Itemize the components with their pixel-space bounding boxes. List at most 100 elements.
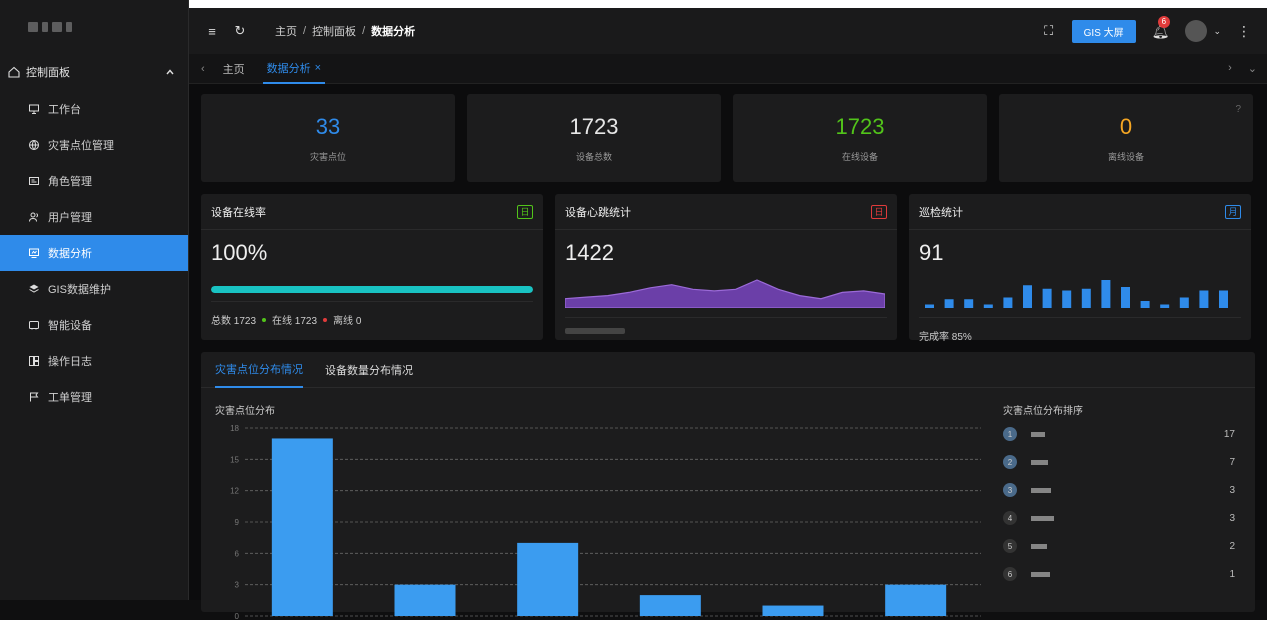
tabs-dropdown-icon[interactable]: ⌄ [1248, 62, 1257, 75]
sidebar-item-7[interactable]: 操作日志 [0, 343, 188, 379]
close-icon[interactable]: × [315, 62, 321, 74]
stat-value: 0 [1120, 114, 1132, 140]
rank-value: 3 [1229, 513, 1235, 524]
chart-bar[interactable] [885, 585, 946, 616]
chart-bar[interactable] [395, 585, 456, 616]
breadcrumb-current: 数据分析 [371, 23, 415, 39]
y-tick-label: 0 [235, 612, 240, 620]
chart-bar[interactable] [763, 606, 824, 616]
y-tick-label: 6 [235, 549, 240, 558]
rank-name [1031, 429, 1224, 440]
sidebar-item-0[interactable]: 工作台 [0, 91, 188, 127]
sidebar-item-8[interactable]: 工单管理 [0, 379, 188, 415]
period-tag[interactable]: 日 [517, 205, 533, 219]
sidebar: 控制面板 工作台灾害点位管理角色管理用户管理数据分析 GIS数据维护智能设备操作日… [0, 0, 189, 600]
rank-value: 17 [1224, 429, 1235, 440]
patrol-bar [945, 299, 954, 308]
y-tick-label: 15 [230, 455, 239, 464]
patrol-bar [984, 305, 993, 309]
tabs-scroll-right-icon[interactable]: › [1228, 62, 1232, 75]
completion-rate: 完成率 85% [919, 328, 972, 343]
menu-fold-icon[interactable]: ≡ [205, 24, 219, 38]
heartbeat-area-chart [565, 276, 885, 308]
period-tag[interactable]: 月 [1225, 205, 1241, 219]
sidebar-item-label: GIS数据维护 [48, 281, 111, 297]
tabs-scroll-left-icon[interactable]: ‹ [201, 63, 205, 75]
sidebar-item-3[interactable]: 用户管理 [0, 199, 188, 235]
patrol-bar [964, 299, 973, 308]
device-icon [28, 319, 40, 331]
chart-bar[interactable] [517, 543, 578, 616]
rank-index: 1 [1003, 427, 1017, 441]
tabs-bar: ‹ 主页 数据分析 × › ⌄ [189, 54, 1267, 84]
rank-value: 7 [1229, 457, 1235, 468]
sidebar-item-label: 工作台 [48, 101, 81, 117]
period-tag[interactable]: 日 [871, 205, 887, 219]
notification-bell-icon[interactable]: 🔔︎6 [1152, 23, 1170, 40]
patrol-bar [1121, 287, 1130, 308]
online-rate-card: 设备在线率 日 100% 总数 1723 在线 1723 离线 0 [201, 194, 543, 340]
users-icon [28, 211, 40, 223]
sidebar-group-dashboard[interactable]: 控制面板 [0, 53, 188, 91]
tab-data-analysis[interactable]: 数据分析 × [263, 54, 325, 84]
rank-index: 5 [1003, 539, 1017, 553]
patrol-bar [1141, 301, 1150, 308]
heartbeat-area [565, 280, 885, 308]
patrol-bar [1219, 291, 1228, 309]
stat-label: 在线设备 [842, 150, 878, 163]
patrol-bar [1043, 289, 1052, 308]
stat-value: 33 [316, 114, 340, 140]
user-menu[interactable]: ⌄ [1185, 20, 1221, 42]
rank-index: 4 [1003, 511, 1017, 525]
flag-icon [28, 391, 40, 403]
sidebar-item-label: 灾害点位管理 [48, 137, 114, 153]
tab-disaster-distribution[interactable]: 灾害点位分布情况 [215, 352, 303, 388]
rank-row: 33 [1003, 476, 1235, 504]
sidebar-item-6[interactable]: 智能设备 [0, 307, 188, 343]
id-card-icon [28, 175, 40, 187]
rank-row: 61 [1003, 560, 1235, 588]
tab-device-distribution[interactable]: 设备数量分布情况 [325, 352, 413, 388]
tab-home[interactable]: 主页 [219, 54, 249, 84]
gis-screen-button[interactable]: GIS 大屏 [1072, 20, 1136, 43]
stat-card-device-total: 1723 设备总数 [467, 94, 721, 182]
patrol-value: 91 [919, 240, 1241, 276]
patrol-bar [1003, 298, 1012, 309]
sidebar-item-5[interactable]: GIS数据维护 [0, 271, 188, 307]
y-tick-label: 3 [235, 581, 240, 590]
rank-name [1031, 541, 1229, 552]
chart-bar[interactable] [272, 438, 333, 616]
monitor-icon [28, 103, 40, 115]
top-bar: ≡ ↻ 主页 / 控制面板 / 数据分析 ⛶ GIS 大屏 🔔︎6 ⌄ ⋮ [189, 8, 1267, 54]
card-title: 巡检统计 [919, 204, 963, 220]
stat-cards: 33 灾害点位 1723 设备总数 1723 在线设备 ? 0 离线设备 [201, 94, 1255, 182]
patrol-bar [1082, 289, 1091, 308]
breadcrumb-home[interactable]: 主页 [275, 23, 297, 39]
sidebar-item-4[interactable]: 数据分析 [0, 235, 188, 271]
fullscreen-icon[interactable]: ⛶ [1042, 24, 1056, 38]
rank-name [1031, 457, 1229, 468]
patrol-bar [1101, 280, 1110, 308]
patrol-bar [1180, 298, 1189, 309]
chart-bar[interactable] [640, 595, 701, 616]
patrol-bar [1199, 291, 1208, 309]
help-icon[interactable]: ? [1235, 104, 1241, 115]
patrol-bar [1160, 305, 1169, 309]
heartbeat-card: 设备心跳统计 日 1422 [555, 194, 897, 340]
sidebar-item-label: 数据分析 [48, 245, 92, 261]
sidebar-item-2[interactable]: 角色管理 [0, 163, 188, 199]
rank-name [1031, 485, 1229, 496]
refresh-icon[interactable]: ↻ [233, 24, 247, 38]
log-icon [28, 355, 40, 367]
stat-value: 1723 [836, 114, 885, 140]
sidebar-item-label: 角色管理 [48, 173, 92, 189]
sidebar-item-label: 工单管理 [48, 389, 92, 405]
stat-card-online-devices: 1723 在线设备 [733, 94, 987, 182]
breadcrumb-dashboard[interactable]: 控制面板 [312, 23, 356, 39]
stat-value: 1723 [570, 114, 619, 140]
y-tick-label: 9 [235, 518, 240, 527]
avatar[interactable] [1185, 20, 1207, 42]
online-rate-value: 100% [211, 240, 533, 276]
more-vertical-icon[interactable]: ⋮ [1237, 23, 1251, 40]
sidebar-item-1[interactable]: 灾害点位管理 [0, 127, 188, 163]
